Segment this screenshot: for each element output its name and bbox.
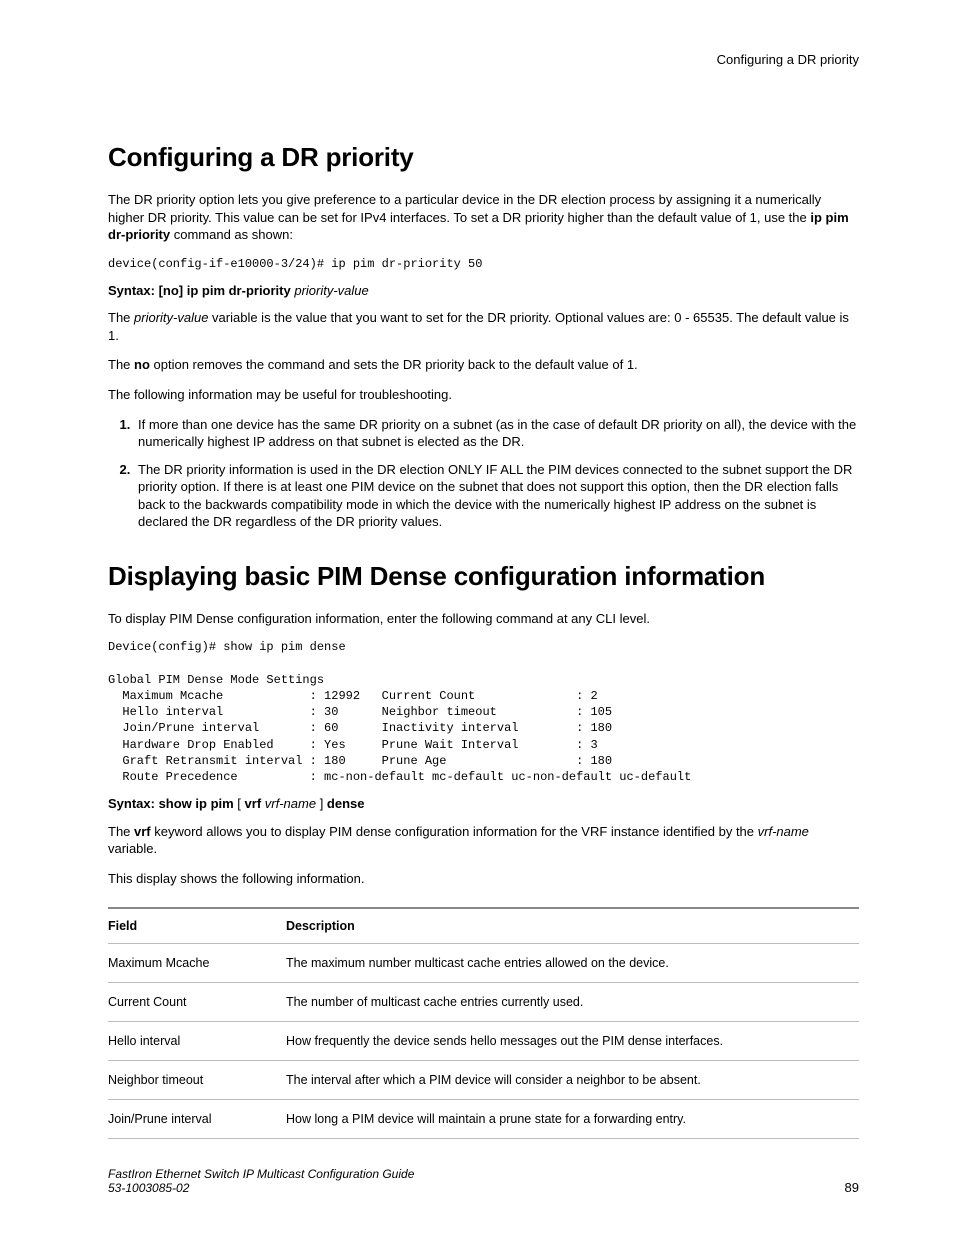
table-header-row: Field Description <box>108 908 859 944</box>
list-item-text: The DR priority information is used in t… <box>138 462 852 530</box>
page-number: 89 <box>845 1180 859 1195</box>
text: ] <box>316 796 327 811</box>
cell-desc: The number of multicast cache entries cu… <box>286 983 859 1022</box>
code-block: Device(config)# show ip pim dense Global… <box>108 639 859 785</box>
para: To display PIM Dense configuration infor… <box>108 610 859 628</box>
list-item-text: If more than one device has the same DR … <box>138 417 856 450</box>
para: The priority-value variable is the value… <box>108 309 859 344</box>
heading-displaying-pim-dense: Displaying basic PIM Dense configuration… <box>108 561 859 592</box>
field-description-table: Field Description Maximum Mcache The max… <box>108 907 859 1139</box>
var-italic: vrf-name <box>758 824 809 839</box>
col-field: Field <box>108 908 286 944</box>
troubleshooting-list: If more than one device has the same DR … <box>108 416 859 531</box>
text: The <box>108 824 134 839</box>
cell-desc: The interval after which a PIM device wi… <box>286 1061 859 1100</box>
para: The DR priority option lets you give pre… <box>108 191 859 244</box>
syntax-line: Syntax: show ip pim [ vrf vrf-name ] den… <box>108 795 859 813</box>
list-item: The DR priority information is used in t… <box>134 461 859 531</box>
text: The DR priority option lets you give pre… <box>108 192 821 225</box>
syntax-bold: Syntax: [no] ip pim dr-priority <box>108 283 294 298</box>
table-row: Maximum Mcache The maximum number multic… <box>108 944 859 983</box>
syntax-italic: priority-value <box>294 283 368 298</box>
footer-docnum: 53-1003085-02 <box>108 1181 414 1195</box>
cell-desc: The maximum number multicast cache entri… <box>286 944 859 983</box>
syntax-line: Syntax: [no] ip pim dr-priority priority… <box>108 282 859 300</box>
syntax-italic: vrf-name <box>265 796 316 811</box>
syntax-bold: Syntax: show ip pim <box>108 796 234 811</box>
text: keyword allows you to display PIM dense … <box>151 824 758 839</box>
text: The <box>108 357 134 372</box>
cell-field: Current Count <box>108 983 286 1022</box>
text: The <box>108 310 134 325</box>
footer-left: FastIron Ethernet Switch IP Multicast Co… <box>108 1167 414 1195</box>
text: variable is the value that you want to s… <box>108 310 849 343</box>
page: Configuring a DR priority Configuring a … <box>0 0 954 1235</box>
cell-desc: How long a PIM device will maintain a pr… <box>286 1100 859 1139</box>
var-italic: priority-value <box>134 310 208 325</box>
para: The no option removes the command and se… <box>108 356 859 374</box>
page-footer: FastIron Ethernet Switch IP Multicast Co… <box>108 1167 859 1195</box>
syntax-bold: dense <box>327 796 365 811</box>
heading-configuring-dr-priority: Configuring a DR priority <box>108 142 859 173</box>
cell-field: Hello interval <box>108 1022 286 1061</box>
cell-field: Maximum Mcache <box>108 944 286 983</box>
col-description: Description <box>286 908 859 944</box>
code-block: device(config-if-e10000-3/24)# ip pim dr… <box>108 256 859 272</box>
text: command as shown: <box>170 227 293 242</box>
cmd-bold: no <box>134 357 150 372</box>
cell-desc: How frequently the device sends hello me… <box>286 1022 859 1061</box>
running-head: Configuring a DR priority <box>108 52 859 67</box>
para: This display shows the following informa… <box>108 870 859 888</box>
footer-title: FastIron Ethernet Switch IP Multicast Co… <box>108 1167 414 1181</box>
table-row: Hello interval How frequently the device… <box>108 1022 859 1061</box>
cell-field: Neighbor timeout <box>108 1061 286 1100</box>
text: option removes the command and sets the … <box>150 357 638 372</box>
cell-field: Join/Prune interval <box>108 1100 286 1139</box>
table-row: Join/Prune interval How long a PIM devic… <box>108 1100 859 1139</box>
syntax-bold: vrf <box>245 796 262 811</box>
list-item: If more than one device has the same DR … <box>134 416 859 451</box>
text: variable. <box>108 841 157 856</box>
para: The following information may be useful … <box>108 386 859 404</box>
para: The vrf keyword allows you to display PI… <box>108 823 859 858</box>
cmd-bold: vrf <box>134 824 151 839</box>
table-row: Neighbor timeout The interval after whic… <box>108 1061 859 1100</box>
table-row: Current Count The number of multicast ca… <box>108 983 859 1022</box>
text: [ <box>234 796 245 811</box>
